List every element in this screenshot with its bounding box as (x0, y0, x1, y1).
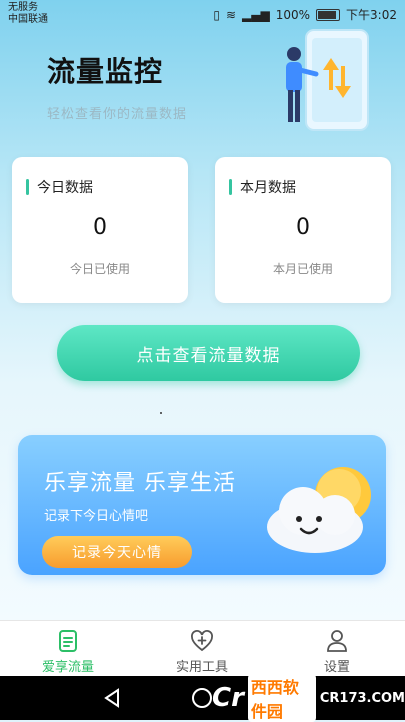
view-traffic-data-button[interactable]: 点击查看流量数据 (57, 325, 360, 381)
page-subtitle: 轻松查看你的流量数据 (47, 107, 188, 122)
tab-love-traffic[interactable]: 爱享流量 (18, 629, 118, 675)
month-usage-value: 0 (296, 215, 310, 240)
accent-bar (26, 179, 29, 195)
watermark-site: CR173.COM (319, 690, 405, 706)
banner-title: 乐享流量 乐享生活 (44, 471, 236, 496)
back-icon[interactable] (100, 686, 124, 710)
watermark: Cr 西西软件园 CR173.COM (212, 674, 405, 722)
tab-label: 爱享流量 (41, 660, 94, 675)
month-card-header: 本月数据 (229, 177, 296, 197)
carrier-line-2: 中国联通 (8, 14, 48, 25)
mood-banner[interactable]: 乐享流量 乐享生活 记录下今日心情吧 记录今天心情 (18, 435, 386, 575)
tab-label: 实用工具 (175, 660, 228, 675)
tab-tools[interactable]: 实用工具 (152, 629, 252, 675)
today-data-card[interactable]: 今日数据 0 今日已使用 (12, 157, 188, 303)
today-usage-value: 0 (93, 215, 107, 240)
person-icon (327, 630, 347, 652)
tab-settings[interactable]: 设置 (287, 629, 387, 675)
record-mood-button[interactable]: 记录今天心情 (42, 536, 192, 568)
stray-dot (160, 412, 162, 414)
today-card-header: 今日数据 (26, 177, 93, 197)
today-card-label: 今日数据 (37, 180, 93, 196)
carrier-line-1: 无服务 (8, 2, 38, 13)
watermark-c-logo: Cr (212, 683, 244, 713)
month-card-label: 本月数据 (240, 180, 296, 196)
clock: 下午3:02 (346, 8, 397, 22)
month-data-card[interactable]: 本月数据 0 本月已使用 (215, 157, 391, 303)
battery-percent: 100% (275, 7, 311, 22)
month-usage-caption: 本月已使用 (272, 262, 333, 276)
vibrate-icon: ▯ (213, 7, 220, 22)
battery-icon (316, 8, 341, 21)
watermark-brand: 西西软件园 (247, 674, 316, 722)
document-icon (59, 630, 77, 652)
bottom-tab-bar: 爱享流量 实用工具 设置 (0, 620, 405, 677)
banner-subtitle: 记录下今日心情吧 (44, 509, 149, 524)
hero-illustration (286, 29, 369, 131)
wifi-icon: ≋ (225, 7, 237, 22)
carrier-info: 无服务 中国联通 (8, 2, 48, 26)
home-icon[interactable] (190, 686, 214, 710)
tab-label: 设置 (323, 660, 350, 675)
today-usage-caption: 今日已使用 (69, 262, 130, 276)
status-right: ▯ ≋ ▂▄▆ 100% 下午3:02 (213, 6, 397, 23)
status-bar: 无服务 中国联通 ▯ ≋ ▂▄▆ 100% 下午3:02 (0, 0, 405, 26)
heart-plus-icon (191, 630, 213, 652)
sun-cloud-icon (267, 467, 371, 553)
page-title: 流量监控 (47, 55, 164, 88)
signal-icon: ▂▄▆ (242, 7, 270, 22)
accent-bar (229, 179, 232, 195)
